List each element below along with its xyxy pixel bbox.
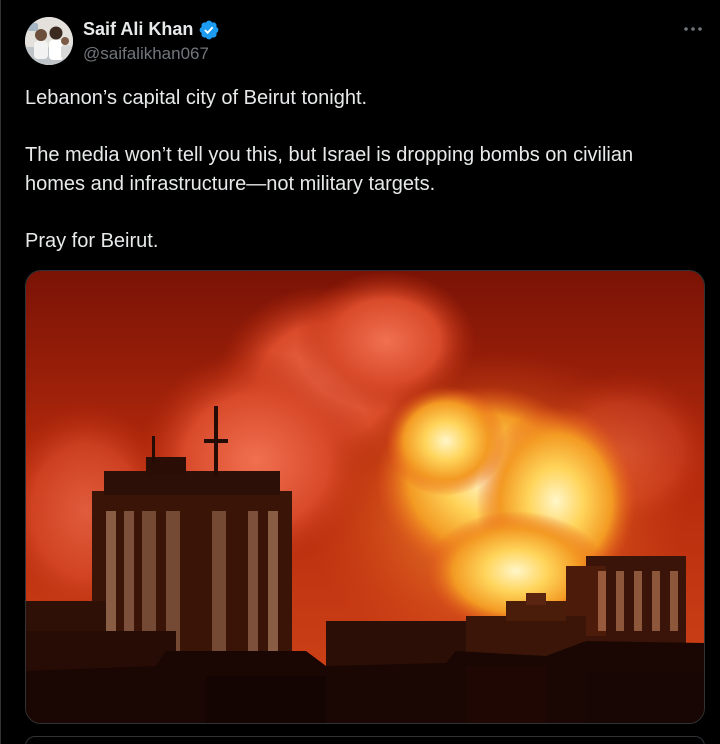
tweet-text-line: Lebanon’s capital city of Beirut tonight… bbox=[25, 87, 368, 109]
next-media-card-edge bbox=[25, 736, 705, 744]
avatar-image bbox=[25, 17, 73, 65]
author-display-name[interactable]: Saif Ali Khan bbox=[83, 19, 193, 40]
author-name-row[interactable]: Saif Ali Khan bbox=[83, 18, 220, 41]
tweet-text-line: Pray for Beirut. bbox=[25, 230, 159, 252]
tweet-text: Lebanon’s capital city of Beirut tonight… bbox=[25, 84, 695, 256]
more-horizontal-icon bbox=[684, 27, 702, 31]
tweet-card: Saif Ali Khan @saifalikhan067 Lebanon’s … bbox=[0, 0, 720, 744]
tweet-media-photo[interactable] bbox=[25, 270, 705, 724]
author-handle[interactable]: @saifalikhan067 bbox=[83, 44, 209, 64]
verified-badge-icon bbox=[199, 20, 219, 40]
more-options-button[interactable] bbox=[677, 18, 709, 40]
tweet-text-line: The media won’t tell you this, but Israe… bbox=[25, 144, 634, 195]
explosion-photo bbox=[26, 271, 704, 723]
avatar[interactable] bbox=[25, 17, 73, 65]
